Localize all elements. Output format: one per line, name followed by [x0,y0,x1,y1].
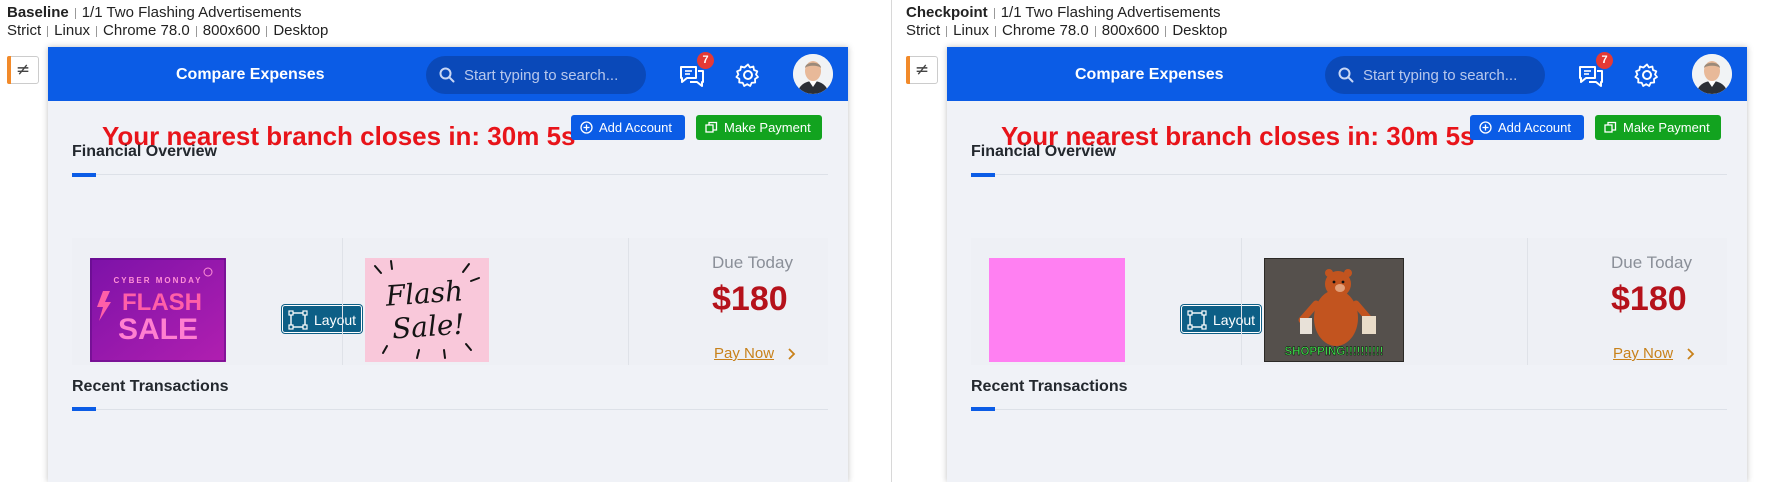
meta-browser: Chrome 78.0 [103,22,190,39]
layout-region-tag[interactable]: Layout [282,305,362,333]
brand-title[interactable]: Compare Expenses [176,66,325,84]
card-separator [1241,238,1242,365]
panel-header: Checkpoint 1/1 Two Flashing Advertisement… [906,4,1227,40]
make-payment-button[interactable]: Make Payment [696,115,822,140]
due-today-label: Due Today [712,253,793,272]
notification-badge: 7 [697,52,714,69]
due-amount: $180 [1611,280,1687,318]
pay-now-link[interactable]: Pay Now [714,345,774,362]
advertisement-1-placeholder[interactable] [989,258,1125,362]
panel-heading-name: Baseline [7,4,69,21]
section-accent [72,407,96,411]
section-accent [971,407,995,411]
add-account-label: Add Account [1498,120,1571,135]
copy-icon [705,121,718,133]
pay-now-link[interactable]: Pay Now [1613,345,1673,362]
card-separator [342,238,343,365]
search-box[interactable] [426,56,646,94]
recent-transactions-title: Recent Transactions [72,378,229,395]
layout-region-icon [288,310,308,330]
meta-os: Linux [54,22,91,39]
meta-mode: Strict [906,22,941,39]
diff-icon[interactable]: ≠ [7,56,39,84]
plus-circle-icon [1479,121,1492,134]
top-navbar: Compare Expenses 7 [48,47,848,101]
financial-overview-title: Financial Overview [72,143,217,160]
gear-icon[interactable] [735,62,761,88]
meta-device: Desktop [273,22,329,39]
notification-badge: 7 [1596,52,1613,69]
due-amount: $180 [712,280,788,318]
ad1-top-text: CYBER MONDAY [113,276,202,285]
brand-title[interactable]: Compare Expenses [1075,66,1224,84]
meta-mode: Strict [7,22,42,39]
layout-tag-label: Layout [1213,312,1256,328]
ad2-line1: Flash [384,274,465,312]
add-account-button[interactable]: Add Account [1470,115,1584,140]
panel-test-name: 1/1 Two Flashing Advertisements [1000,4,1221,21]
make-payment-label: Make Payment [724,120,811,135]
due-today-label: Due Today [1611,253,1692,272]
add-account-button[interactable]: Add Account [571,115,685,140]
layout-region-tag[interactable]: Layout [1181,305,1261,333]
ad1-line2: SALE [118,313,198,346]
section-divider [72,409,828,410]
avatar[interactable] [1692,54,1732,94]
chevron-right-icon[interactable] [1685,347,1695,361]
chevron-right-icon[interactable] [786,347,796,361]
section-accent [971,173,995,177]
search-box[interactable] [1325,56,1545,94]
layout-region-icon [1187,310,1207,330]
search-icon [439,67,455,83]
card-separator [1527,238,1528,365]
meta-os: Linux [953,22,990,39]
meta-viewport: 800x600 [1101,22,1160,39]
make-payment-button[interactable]: Make Payment [1595,115,1721,140]
app-screenshot: Compare Expenses 7 Your nearest branch c… [48,47,848,482]
panel-test-name: 1/1 Two Flashing Advertisements [81,4,302,21]
panel-heading-name: Checkpoint [906,4,988,21]
section-divider [971,174,1727,175]
baseline-panel: Baseline 1/1 Two Flashing Advertisements … [0,0,883,482]
make-payment-label: Make Payment [1623,120,1710,135]
meta-device: Desktop [1172,22,1228,39]
panel-divider [891,0,892,482]
ad1-line1: FLASH [122,289,202,316]
financial-overview-title: Financial Overview [971,143,1116,160]
search-icon [1338,67,1354,83]
section-divider [971,409,1727,410]
meta-browser: Chrome 78.0 [1002,22,1089,39]
plus-circle-icon [580,121,593,134]
search-input[interactable] [1363,64,1535,86]
advertisement-2[interactable]: Flash Sale! [365,258,489,362]
advertisement-1[interactable]: CYBER MONDAY FLASH SALE [90,258,226,362]
avatar[interactable] [793,54,833,94]
section-divider [72,174,828,175]
top-navbar: Compare Expenses 7 [947,47,1747,101]
search-input[interactable] [464,64,636,86]
panel-header: Baseline 1/1 Two Flashing Advertisements … [7,4,328,40]
diff-icon[interactable]: ≠ [906,56,938,84]
recent-transactions-title: Recent Transactions [971,378,1128,395]
ad2-caption: SHOPPING!!!!!!!!!! [1284,346,1383,358]
section-accent [72,173,96,177]
advertisement-2[interactable]: SHOPPING!!!!!!!!!! [1264,258,1404,362]
add-account-label: Add Account [599,120,672,135]
card-separator [628,238,629,365]
copy-icon [1604,121,1617,133]
meta-viewport: 800x600 [202,22,261,39]
app-screenshot: Compare Expenses 7 Your nearest branch c… [947,47,1747,482]
checkpoint-panel: Checkpoint 1/1 Two Flashing Advertisement… [899,0,1766,482]
ad2-line2: Sale! [391,308,466,346]
gear-icon[interactable] [1634,62,1660,88]
layout-tag-label: Layout [314,312,357,328]
